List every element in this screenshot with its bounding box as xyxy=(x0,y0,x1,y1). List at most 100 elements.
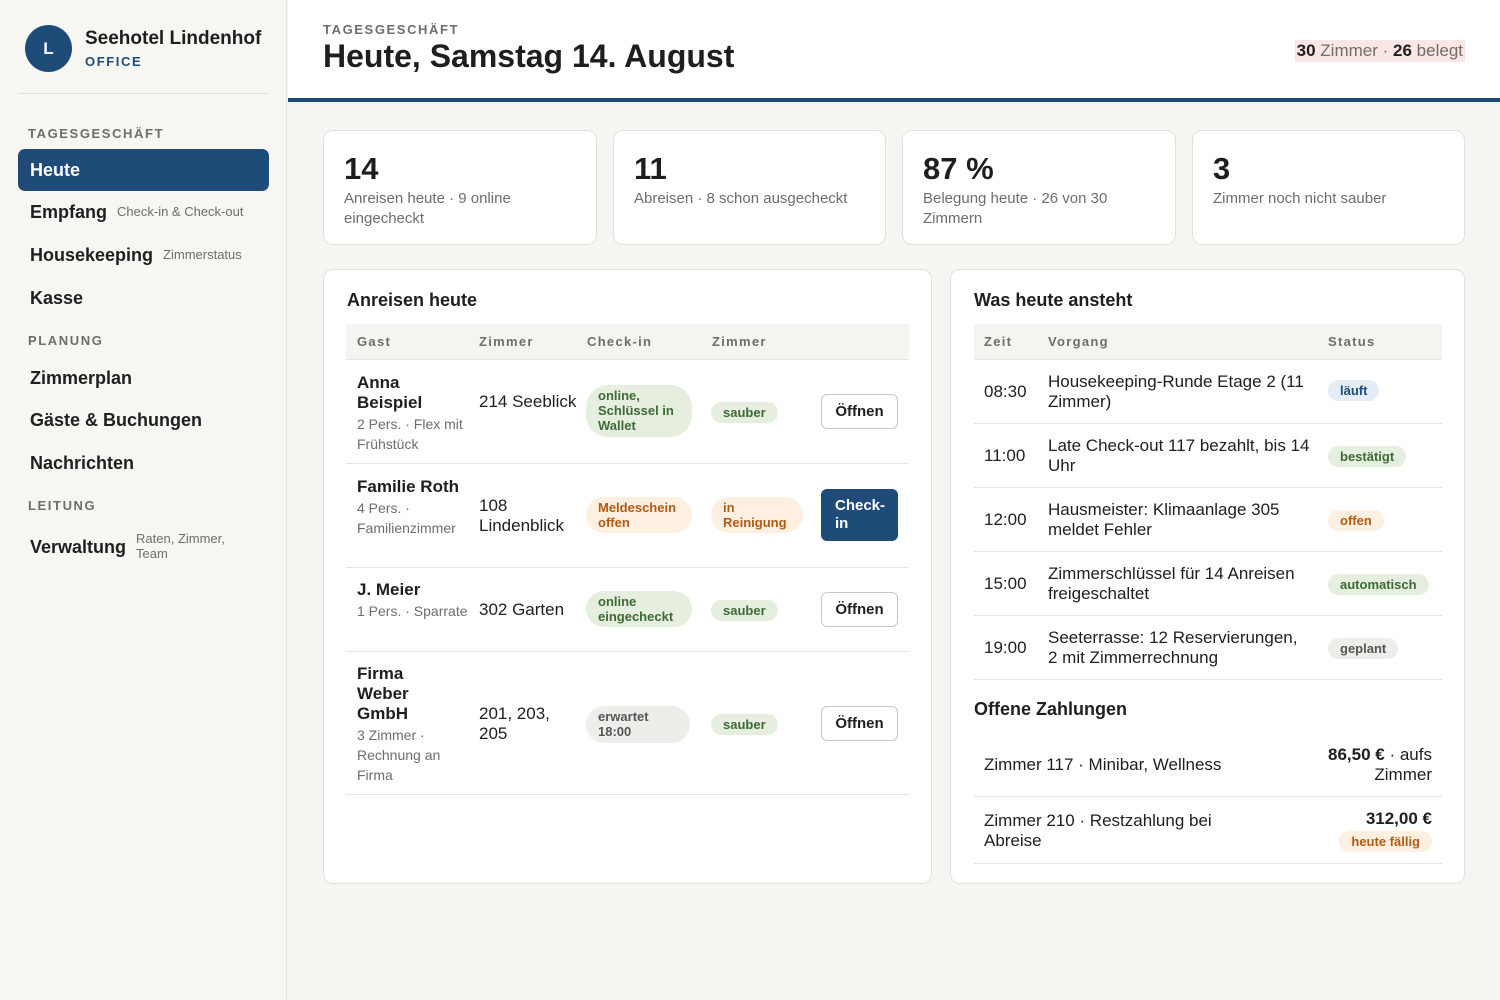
checkin-cell: online, Schlüssel in Wallet xyxy=(586,385,692,437)
payment-row: Zimmer 210 · Restzahlung bei Abreise 312… xyxy=(974,797,1442,864)
kpi-label: Anreisen heute · 9 online eingecheckt xyxy=(344,190,511,227)
sidebar-item-label: Nachrichten xyxy=(30,452,135,473)
kpi-value: 14 xyxy=(344,151,379,186)
agenda-row: 08:30 Housekeeping-Runde Etage 2 (11 Zim… xyxy=(974,360,1442,424)
agenda-row: 11:00 Late Check-out 117 bezahlt, bis 14… xyxy=(974,424,1442,488)
sidebar-item-nachrichten[interactable]: Nachrichten xyxy=(18,442,269,484)
open-button[interactable]: Öffnen xyxy=(821,592,898,627)
table-row: Firma Weber GmbH 3 Zimmer · Rechnung an … xyxy=(346,652,909,795)
kpi-card-departures: 11 Abreisen · 8 schon ausgecheckt xyxy=(613,130,886,245)
status-badge: offen xyxy=(1328,510,1384,531)
payment-amount-cell: 86,50 € · aufs Zimmer xyxy=(1292,745,1432,785)
agenda-time: 12:00 xyxy=(984,510,1027,529)
open-button[interactable]: Öffnen xyxy=(821,394,898,429)
room-status-badge: sauber xyxy=(711,600,778,621)
sidebar-item-housekeeping[interactable]: Housekeeping Zimmerstatus xyxy=(18,234,269,276)
sidebar-item-label: Zimmerplan xyxy=(30,367,133,388)
agenda-status-cell: geplant xyxy=(1328,638,1399,659)
guest-detail: 3 Zimmer · Rechnung an Firma xyxy=(357,727,441,783)
payment-description: Zimmer 210 · Restzahlung bei Abreise xyxy=(984,811,1212,850)
status-badge: geplant xyxy=(1328,638,1399,659)
room-status-badge: in Reinigung xyxy=(711,497,803,533)
sidebar-item-label: Gäste & Buchungen xyxy=(30,409,203,430)
payments-title: Offene Zahlungen xyxy=(974,699,1127,719)
agenda-panel: Was heute ansteht Zeit Vorgang Status 08… xyxy=(950,269,1465,884)
sidebar-item-kasse[interactable]: Kasse xyxy=(18,277,269,319)
agenda-time: 11:00 xyxy=(984,446,1026,465)
kpi-card-arrivals: 14 Anreisen heute · 9 online eingecheckt xyxy=(323,130,597,245)
checkin-cell: online eingecheckt xyxy=(586,591,692,627)
room-status-badge: sauber xyxy=(711,402,778,423)
guest-name: Firma Weber GmbH xyxy=(357,664,409,723)
table-row: Familie Roth 4 Pers. · Familienzimmer 10… xyxy=(346,464,909,568)
status-badge: automatisch xyxy=(1328,574,1429,595)
kpi-value: 87 % xyxy=(923,151,994,186)
guest-cell: J. Meier 1 Pers. · Sparrate xyxy=(357,580,469,621)
payment-row: Zimmer 117 · Minibar, Wellness 86,50 € ·… xyxy=(974,733,1442,797)
nav-section-leitung: LEITUNG xyxy=(28,498,97,513)
status-badge: bestätigt xyxy=(1328,446,1407,467)
kpi-label: Zimmer noch nicht sauber xyxy=(1213,190,1387,207)
agenda-row: 19:00 Seeterrasse: 12 Reservierungen, 2 … xyxy=(974,616,1442,680)
column-header: Gast xyxy=(357,334,392,349)
agenda-task: Late Check-out 117 bezahlt, bis 14 Uhr xyxy=(1048,436,1310,475)
column-header: Check-in xyxy=(587,334,653,349)
guest-detail: 1 Pers. · Sparrate xyxy=(357,603,468,619)
page-eyebrow: TAGESGESCHÄFT xyxy=(323,22,460,37)
guest-cell: Familie Roth 4 Pers. · Familienzimmer xyxy=(357,477,469,538)
payment-amount: 86,50 € xyxy=(1328,745,1385,764)
checkin-status-badge: online, Schlüssel in Wallet xyxy=(586,385,692,437)
sidebar-item-label: Housekeeping xyxy=(30,244,154,265)
sidebar-item-verwaltung[interactable]: Verwaltung Raten, Zimmer, Team xyxy=(18,526,269,568)
room-status-cell: in Reinigung xyxy=(711,497,803,533)
sidebar-item-heute[interactable]: Heute xyxy=(18,149,269,191)
checkin-status-badge: Meldeschein offen xyxy=(586,497,692,533)
nav-section-planung: PLANUNG xyxy=(28,333,104,348)
sidebar-item-label: Verwaltung xyxy=(30,536,127,557)
brand-name: Seehotel Lindenhof xyxy=(85,28,262,49)
kpi-label: Abreisen · 8 schon ausgecheckt xyxy=(634,190,848,207)
guest-cell: Anna Beispiel 2 Pers. · Flex mit Frühstü… xyxy=(357,373,469,454)
kpi-card-dirty-rooms: 3 Zimmer noch nicht sauber xyxy=(1192,130,1465,245)
rooms-occupied: 26 xyxy=(1393,41,1412,60)
sidebar-item-empfang[interactable]: Empfang Check-in & Check-out xyxy=(18,191,269,233)
kpi-card-occupancy: 87 % Belegung heute · 26 von 30 Zimmern xyxy=(902,130,1176,245)
column-header: Zeit xyxy=(984,334,1013,349)
brand-subtitle: OFFICE xyxy=(85,54,143,69)
occupancy-summary: 30 Zimmer · 26 belegt xyxy=(1294,40,1465,62)
sidebar-item-hint: Zimmerstatus xyxy=(163,246,242,262)
column-header: Status xyxy=(1328,334,1376,349)
payment-amount-cell: 312,00 € heute fällig xyxy=(1292,809,1432,852)
arrivals-table-header: Gast Zimmer Check-in Zimmer xyxy=(346,324,909,360)
check-in-button[interactable]: Check-in xyxy=(821,489,898,541)
guest-detail: 4 Pers. · Familienzimmer xyxy=(357,500,456,536)
sidebar-item-zimmerplan[interactable]: Zimmerplan xyxy=(18,357,269,399)
agenda-task: Seeterrasse: 12 Reservierungen, 2 mit Zi… xyxy=(1048,628,1298,667)
agenda-time: 08:30 xyxy=(984,382,1027,401)
room-cell: 302 Garten xyxy=(479,600,565,619)
open-button[interactable]: Öffnen xyxy=(821,706,898,741)
agenda-title: Was heute ansteht xyxy=(974,290,1133,310)
sidebar-item-label: Empfang xyxy=(30,201,108,222)
agenda-time: 15:00 xyxy=(984,574,1027,593)
nav-section-tagesgeschaeft: TAGESGESCHÄFT xyxy=(28,126,165,141)
column-header: Vorgang xyxy=(1048,334,1109,349)
column-header: Zimmer xyxy=(479,334,534,349)
checkin-cell: Meldeschein offen xyxy=(586,497,692,533)
guest-name: J. Meier xyxy=(357,580,421,599)
agenda-row: 12:00 Hausmeister: Klimaanlage 305 melde… xyxy=(974,488,1442,552)
brand: L Seehotel Lindenhof OFFICE xyxy=(18,0,269,94)
room-status-cell: sauber xyxy=(711,402,778,423)
room-status-badge: sauber xyxy=(711,714,778,735)
sidebar-item-label: Heute xyxy=(30,159,81,180)
agenda-status-cell: automatisch xyxy=(1328,574,1429,595)
payment-description: Zimmer 117 · Minibar, Wellness xyxy=(984,755,1222,774)
agenda-row: 15:00 Zimmerschlüssel für 14 Anreisen fr… xyxy=(974,552,1442,616)
room-status-cell: sauber xyxy=(711,714,778,735)
arrivals-title: Anreisen heute xyxy=(347,290,478,310)
kpi-label: Belegung heute · 26 von 30 Zimmern xyxy=(923,190,1108,227)
column-header: Zimmer xyxy=(712,334,767,349)
sidebar-item-hint: Check-in & Check-out xyxy=(117,203,244,219)
payment-amount: 312,00 € xyxy=(1365,809,1432,828)
sidebar-item-gaeste-buchungen[interactable]: Gäste & Buchungen xyxy=(18,399,269,441)
